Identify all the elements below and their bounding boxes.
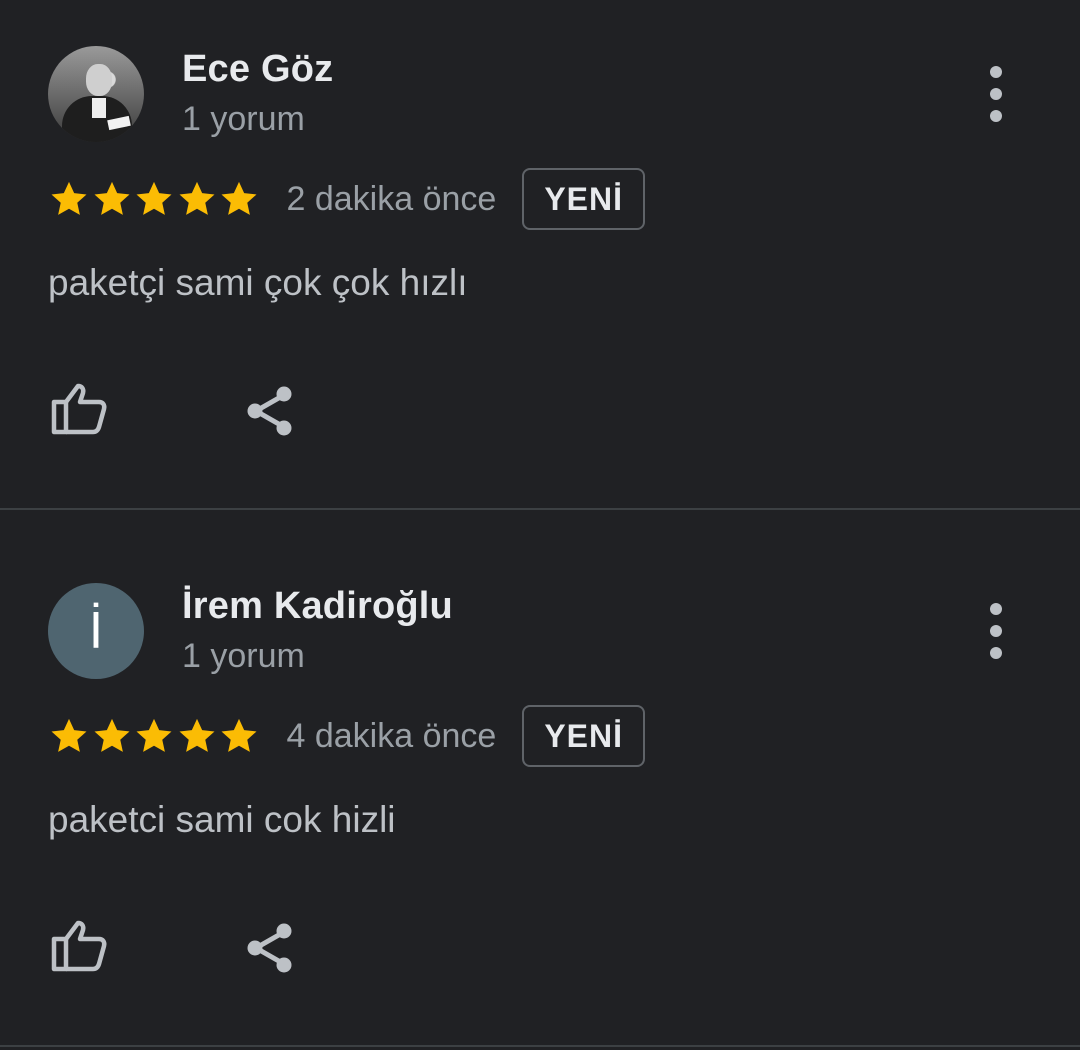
author-name[interactable]: İrem Kadiroğlu xyxy=(182,585,453,628)
author-review-count: 1 yorum xyxy=(182,100,305,138)
star-icon xyxy=(94,718,129,752)
star-rating xyxy=(48,715,261,757)
avatar-photo-collar xyxy=(92,98,106,118)
share-icon xyxy=(247,386,292,436)
review-time: 4 dakika önce xyxy=(286,716,497,755)
share-button[interactable] xyxy=(244,384,296,438)
review-card: Ece Göz 1 yorum 2 dakika önce YENİ paket… xyxy=(0,0,1080,500)
star-icon xyxy=(221,181,257,215)
thumb-up-outline-icon xyxy=(51,383,107,435)
rating-row: 2 dakika önce YENİ xyxy=(48,168,645,230)
more-vertical-icon-dot xyxy=(990,647,1002,659)
new-badge: YENİ xyxy=(522,168,645,230)
review-time: 2 dakika önce xyxy=(286,179,497,218)
divider xyxy=(0,1045,1080,1047)
star-icon xyxy=(179,181,214,215)
more-options-button[interactable] xyxy=(976,603,1016,659)
star-icon xyxy=(136,718,172,752)
more-vertical-icon-dot xyxy=(990,88,1002,100)
star-icon xyxy=(51,181,87,215)
author-review-count: 1 yorum xyxy=(182,637,305,675)
rating-row: 4 dakika önce YENİ xyxy=(48,705,645,767)
review-card: İ İrem Kadiroğlu 1 yorum 4 dakika önce Y… xyxy=(0,537,1080,1037)
more-vertical-icon xyxy=(990,66,1002,78)
review-text: paketci sami cok hizli xyxy=(48,799,396,840)
star-rating xyxy=(48,178,261,220)
more-options-button[interactable] xyxy=(976,66,1016,122)
star-icon xyxy=(179,718,214,752)
avatar[interactable]: İ xyxy=(48,583,144,679)
share-icon xyxy=(247,923,292,973)
avatar[interactable] xyxy=(48,46,144,142)
avatar-photo-head xyxy=(86,64,112,96)
more-vertical-icon-dot xyxy=(990,110,1002,122)
like-button[interactable] xyxy=(50,382,108,436)
like-button[interactable] xyxy=(50,919,108,973)
divider xyxy=(0,508,1080,510)
review-text: paketçi sami çok çok hızlı xyxy=(48,262,468,303)
star-icon xyxy=(136,181,172,215)
star-icon xyxy=(221,718,257,752)
more-vertical-icon-dot xyxy=(990,625,1002,637)
thumb-up-outline-icon xyxy=(51,920,107,972)
star-icon xyxy=(94,181,129,215)
star-icon xyxy=(51,718,87,752)
author-name[interactable]: Ece Göz xyxy=(182,48,333,91)
share-button[interactable] xyxy=(244,921,296,975)
new-badge: YENİ xyxy=(522,705,645,767)
avatar-letter: İ xyxy=(88,602,104,660)
more-vertical-icon xyxy=(990,603,1002,615)
